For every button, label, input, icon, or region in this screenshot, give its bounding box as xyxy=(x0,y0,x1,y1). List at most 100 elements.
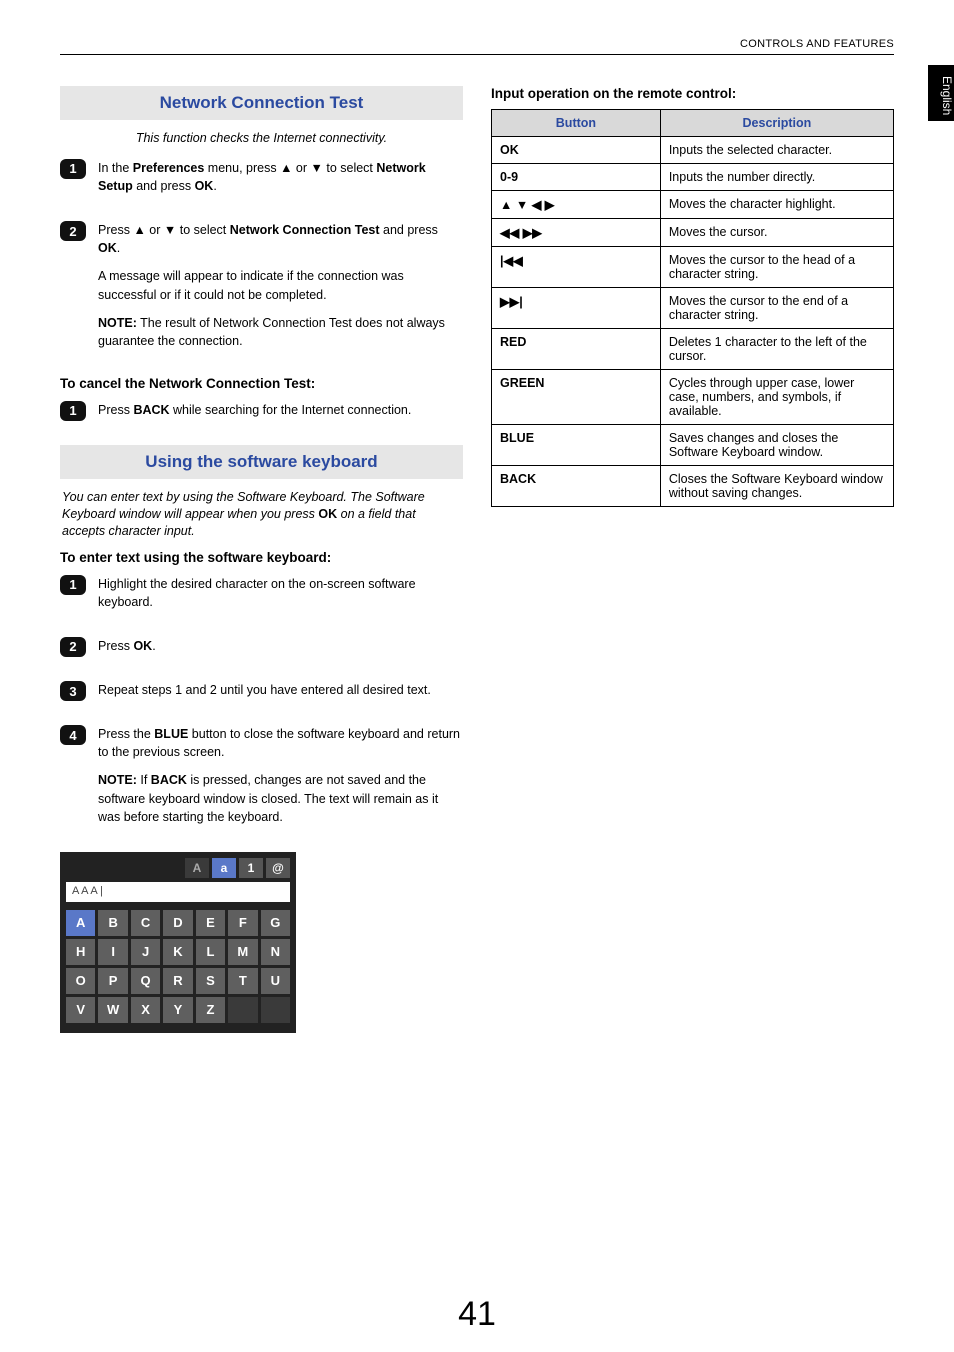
swkbd-key: U xyxy=(261,968,290,994)
description-cell: Saves changes and closes the Software Ke… xyxy=(660,425,893,466)
ok-label: OK xyxy=(195,179,214,193)
step2-note: NOTE: The result of Network Connection T… xyxy=(98,314,463,350)
swkbd-key: P xyxy=(98,968,127,994)
preferences-label: Preferences xyxy=(133,161,205,175)
swkbd-key: D xyxy=(163,910,192,936)
description-cell: Cycles through upper case, lower case, n… xyxy=(660,370,893,425)
swkbd-key: O xyxy=(66,968,95,994)
ok-label: OK xyxy=(98,241,117,255)
t: Highlight the desired character on the o… xyxy=(98,575,463,611)
description-cell: Inputs the number directly. xyxy=(660,164,893,191)
up-arrow-icon: ▲ xyxy=(280,161,292,175)
step-badge: 1 xyxy=(60,575,86,595)
section2-intro: You can enter text by using the Software… xyxy=(62,489,461,540)
remote-heading: Input operation on the remote control: xyxy=(491,86,894,101)
table-row: GREENCycles through upper case, lower ca… xyxy=(492,370,894,425)
ok-label: OK xyxy=(133,639,152,653)
t: or xyxy=(292,161,310,175)
button-cell: ◀◀ ▶▶ xyxy=(492,219,661,247)
description-cell: Deletes 1 character to the left of the c… xyxy=(660,329,893,370)
t: Press xyxy=(98,403,133,417)
t: and press xyxy=(133,179,195,193)
t: while searching for the Internet connect… xyxy=(170,403,412,417)
step-row: 2 Press OK. xyxy=(60,637,463,665)
table-row: |◀◀Moves the cursor to the head of a cha… xyxy=(492,247,894,288)
remote-table: Button Description OKInputs the selected… xyxy=(491,109,894,507)
step-row: 4 Press the BLUE button to close the sof… xyxy=(60,725,463,836)
back-label: BACK xyxy=(151,773,187,787)
button-cell: BACK xyxy=(492,466,661,507)
down-arrow-icon: ▼ xyxy=(311,161,323,175)
swkbd-key xyxy=(228,997,257,1023)
swkbd-key: V xyxy=(66,997,95,1023)
step-badge: 3 xyxy=(60,681,86,701)
t: Repeat steps 1 and 2 until you have ente… xyxy=(98,681,463,699)
description-cell: Moves the cursor to the end of a charact… xyxy=(660,288,893,329)
description-cell: Moves the cursor to the head of a charac… xyxy=(660,247,893,288)
step-row: 2 Press ▲ or ▼ to select Network Connect… xyxy=(60,221,463,360)
swkbd-key: G xyxy=(261,910,290,936)
up-arrow-icon: ▲ xyxy=(133,223,145,237)
description-cell: Moves the cursor. xyxy=(660,219,893,247)
header-rule xyxy=(60,54,894,55)
swkbd-key: N xyxy=(261,939,290,965)
table-row: REDDeletes 1 character to the left of th… xyxy=(492,329,894,370)
swkbd-key: T xyxy=(228,968,257,994)
blue-label: BLUE xyxy=(154,727,188,741)
right-column: Input operation on the remote control: B… xyxy=(491,86,894,1312)
table-row: ◀◀ ▶▶Moves the cursor. xyxy=(492,219,894,247)
swkbd-key: R xyxy=(163,968,192,994)
step-badge: 2 xyxy=(60,637,86,657)
swkbd-key: J xyxy=(131,939,160,965)
step-row: 1 Press BACK while searching for the Int… xyxy=(60,401,463,429)
t: . xyxy=(213,179,216,193)
swkbd-key: S xyxy=(196,968,225,994)
button-cell: ▲ ▼ ◀ ▶ xyxy=(492,191,661,219)
th-button: Button xyxy=(492,110,661,137)
swkbd-key: Y xyxy=(163,997,192,1023)
t: In the xyxy=(98,161,133,175)
swkbd-tab-lower: a xyxy=(212,858,236,878)
button-cell: 0-9 xyxy=(492,164,661,191)
step-body: Press the BLUE button to close the softw… xyxy=(98,725,463,836)
description-cell: Closes the Software Keyboard window with… xyxy=(660,466,893,507)
swkbd-key-grid: ABCDEFGHIJKLMNOPQRSTUVWXYZ xyxy=(66,910,290,1023)
t: If xyxy=(137,773,151,787)
swkbd-key: B xyxy=(98,910,127,936)
page-body: Network Connection Test This function ch… xyxy=(60,86,894,1312)
swkbd-key: I xyxy=(98,939,127,965)
cancel-heading: To cancel the Network Connection Test: xyxy=(60,376,463,391)
step-badge: 1 xyxy=(60,159,86,179)
step-row: 3 Repeat steps 1 and 2 until you have en… xyxy=(60,681,463,709)
swkbd-key: L xyxy=(196,939,225,965)
down-arrow-icon: ▼ xyxy=(164,223,176,237)
swkbd-tab-sym: @ xyxy=(266,858,290,878)
note-text: The result of Network Connection Test do… xyxy=(98,316,445,348)
swkbd-key: W xyxy=(98,997,127,1023)
step-body: In the Preferences menu, press ▲ or ▼ to… xyxy=(98,159,463,205)
s4-note: NOTE: If BACK is pressed, changes are no… xyxy=(98,771,463,825)
step-body: Press BACK while searching for the Inter… xyxy=(98,401,463,429)
t: to select xyxy=(176,223,230,237)
step-badge: 1 xyxy=(60,401,86,421)
step-body: Highlight the desired character on the o… xyxy=(98,575,463,621)
swkbd-key: Q xyxy=(131,968,160,994)
button-cell: ▶▶| xyxy=(492,288,661,329)
button-cell: GREEN xyxy=(492,370,661,425)
step-badge: 2 xyxy=(60,221,86,241)
note-label: NOTE: xyxy=(98,773,137,787)
ok-label: OK xyxy=(318,507,337,521)
section-title-software-keyboard: Using the software keyboard xyxy=(60,445,463,479)
swkbd-key: M xyxy=(228,939,257,965)
language-tab: English xyxy=(928,65,954,121)
swkbd-tab-upper: A xyxy=(185,858,209,878)
button-cell: RED xyxy=(492,329,661,370)
step-body: Press ▲ or ▼ to select Network Connectio… xyxy=(98,221,463,360)
description-cell: Inputs the selected character. xyxy=(660,137,893,164)
swkbd-tab-num: 1 xyxy=(239,858,263,878)
t: . xyxy=(152,639,155,653)
swkbd-key: X xyxy=(131,997,160,1023)
note-label: NOTE: xyxy=(98,316,137,330)
table-row: 0-9Inputs the number directly. xyxy=(492,164,894,191)
t: or xyxy=(146,223,164,237)
